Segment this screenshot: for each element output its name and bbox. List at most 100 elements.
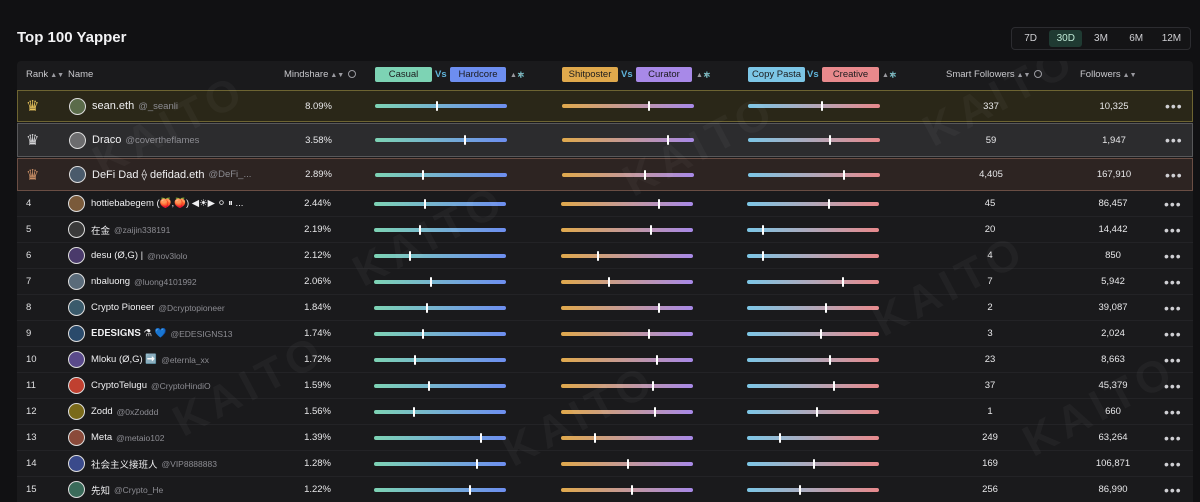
table-row[interactable]: ♛ sean.eth @_seanli 8.09% 337 10,325 ••• (17, 90, 1193, 122)
more-horizontal-icon[interactable]: ••• (1164, 269, 1182, 294)
ratio-bar (374, 250, 506, 261)
period-3m[interactable]: 3M (1084, 30, 1117, 47)
avatar (68, 351, 85, 368)
user-cell[interactable]: desu (Ø,G) | @nov3lolo (68, 243, 187, 268)
user-cell[interactable]: CryptoTelugu @CryptoHindiO (68, 373, 211, 398)
user-cell[interactable]: hottiebabegem (🍑,🍑) ◀☀▶ ⚪ ⏸ ... (68, 191, 243, 216)
ratio-bar (374, 458, 506, 469)
ratio-marker (421, 169, 424, 180)
table-row[interactable]: 12 Zodd @0xZoddd 1.56% 1 660 ••• (17, 399, 1193, 425)
followers-value: 45,379 (1098, 380, 1128, 391)
ratio-bar (375, 135, 507, 145)
table-row[interactable]: 13 Meta @metaio102 1.39% 249 63,264 ••• (17, 425, 1193, 451)
more-horizontal-icon[interactable]: ••• (1164, 217, 1182, 242)
user-cell[interactable]: sean.eth @_seanli (69, 91, 178, 121)
settings-icon[interactable]: ✲ (517, 61, 525, 89)
smart-followers-value: 4 (987, 250, 993, 261)
more-horizontal-icon[interactable]: ••• (1164, 425, 1182, 450)
ratio-marker (825, 302, 828, 313)
more-horizontal-icon[interactable]: ••• (1165, 91, 1183, 121)
ratio-marker (479, 432, 482, 443)
table-row[interactable]: ♛ Draco @covertheflames 3.58% 59 1,947 ••• (17, 123, 1193, 157)
table-row[interactable]: ♛ DeFi Dad ⟠ defidad.eth @DeFi_... 2.89% 4,4… (17, 158, 1193, 191)
user-cell[interactable]: Draco @covertheflames (69, 124, 199, 156)
ratio-bar (561, 354, 693, 365)
ratio-bar (374, 354, 506, 365)
more-horizontal-icon[interactable]: ••• (1165, 159, 1183, 190)
display-name: nbaluong (91, 276, 131, 287)
user-cell[interactable]: Zodd @0xZoddd (68, 399, 158, 424)
followers-value: 86,457 (1098, 198, 1128, 209)
user-handle: @luong4101992 (134, 276, 197, 287)
avatar (68, 325, 85, 342)
table-row[interactable]: 9 𝐄𝐃𝐄𝐒𝐈𝐆𝐍𝐒 ⚗ 💙 @EDESIGNS13 1.74% 3 2,024 ••• (17, 321, 1193, 347)
more-horizontal-icon[interactable]: ••• (1164, 243, 1182, 268)
table-row[interactable]: 7 nbaluong @luong4101992 2.06% 7 5,942 ••• (17, 269, 1193, 295)
more-horizontal-icon[interactable]: ••• (1164, 347, 1182, 372)
ratio-marker (761, 224, 764, 235)
period-6m[interactable]: 6M (1120, 30, 1153, 47)
ratio-bar (374, 432, 506, 443)
rank-column-header[interactable]: Rank ▲▼ (26, 61, 64, 89)
smart-followers-value: 2 (987, 302, 993, 313)
avatar (68, 221, 85, 238)
table-row[interactable]: 5 在金 @zaijin338191 2.19% 20 14,442 ••• (17, 217, 1193, 243)
display-name: Mloku (Ø,G) ➡️ (91, 354, 158, 365)
more-horizontal-icon[interactable]: ••• (1164, 191, 1182, 216)
period-30d[interactable]: 30D (1049, 30, 1083, 47)
more-horizontal-icon[interactable]: ••• (1164, 477, 1182, 502)
mindshare-value: 2.06% (304, 276, 331, 287)
ratio-bar (374, 406, 506, 417)
table-row[interactable]: 10 Mloku (Ø,G) ➡️ @eternla_xx 1.72% 23 8,663 •… (17, 347, 1193, 373)
rank-number: 10 (26, 354, 37, 365)
settings-icon[interactable]: ✲ (889, 61, 897, 89)
avatar (68, 455, 85, 472)
user-handle: @Dcryptopioneer (158, 302, 225, 313)
user-cell[interactable]: Meta @metaio102 (68, 425, 164, 450)
table-row[interactable]: 6 desu (Ø,G) | @nov3lolo 2.12% 4 850 ••• (17, 243, 1193, 269)
ratio-bar (747, 276, 879, 287)
display-name: 𝐄𝐃𝐄𝐒𝐈𝐆𝐍𝐒 ⚗ 💙 (91, 328, 167, 339)
user-cell[interactable]: 𝐄𝐃𝐄𝐒𝐈𝐆𝐍𝐒 ⚗ 💙 @EDESIGNS13 (68, 321, 233, 346)
user-cell[interactable]: Crypto Pioneer @Dcryptopioneer (68, 295, 225, 320)
period-12m[interactable]: 12M (1155, 30, 1188, 47)
ratio-marker (653, 406, 656, 417)
user-cell[interactable]: Mloku (Ø,G) ➡️ @eternla_xx (68, 347, 209, 372)
followers-column-header[interactable]: Followers ▲▼ (1080, 61, 1137, 89)
more-horizontal-icon[interactable]: ••• (1164, 373, 1182, 398)
user-cell[interactable]: 先知 @Crypto_He (68, 477, 163, 502)
table-row[interactable]: 14 社会主义接班人 @VIP8888883 1.28% 169 106,871 ••• (17, 451, 1193, 477)
mindshare-value: 1.59% (304, 380, 331, 391)
user-cell[interactable]: 社会主义接班人 @VIP8888883 (68, 451, 217, 476)
table-row[interactable]: 4 hottiebabegem (🍑,🍑) ◀☀▶ ⚪ ⏸ ... 2.44% 45 8… (17, 191, 1193, 217)
table-row[interactable]: 15 先知 @Crypto_He 1.22% 256 86,990 ••• (17, 477, 1193, 502)
leaderboard-table: Rank ▲▼ Name Mindshare ▲▼ Casual Vs Hardco… (17, 61, 1193, 502)
avatar (69, 131, 86, 149)
table-row[interactable]: 8 Crypto Pioneer @Dcryptopioneer 1.84% 2 39,0… (17, 295, 1193, 321)
info-icon (1034, 70, 1043, 78)
vs-label: Vs (621, 69, 633, 80)
smart-followers-value: 20 (984, 224, 996, 235)
display-name: CryptoTelugu (91, 380, 147, 391)
display-name: Crypto Pioneer (91, 302, 155, 313)
more-horizontal-icon[interactable]: ••• (1164, 295, 1182, 320)
user-cell[interactable]: nbaluong @luong4101992 (68, 269, 197, 294)
more-horizontal-icon[interactable]: ••• (1164, 399, 1182, 424)
ratio-bar (562, 135, 694, 145)
period-7d[interactable]: 7D (1014, 30, 1047, 47)
more-horizontal-icon[interactable]: ••• (1164, 321, 1182, 346)
user-cell[interactable]: DeFi Dad ⟠ defidad.eth @DeFi_... (69, 159, 251, 190)
followers-value: 8,663 (1101, 354, 1125, 365)
followers-value: 2,024 (1101, 328, 1125, 339)
ratio-marker (649, 224, 652, 235)
shitposter-pill: Shitposter (562, 67, 618, 82)
more-horizontal-icon[interactable]: ••• (1164, 451, 1182, 476)
display-name: desu (Ø,G) | (91, 250, 144, 261)
table-row[interactable]: 11 CryptoTelugu @CryptoHindiO 1.59% 37 45,379… (17, 373, 1193, 399)
smart-followers-column-header[interactable]: Smart Followers ▲▼ (946, 61, 1043, 89)
smart-followers-value: 4,405 (979, 169, 1003, 180)
mindshare-column-header[interactable]: Mindshare ▲▼ (284, 61, 357, 89)
more-horizontal-icon[interactable]: ••• (1165, 124, 1183, 156)
user-cell[interactable]: 在金 @zaijin338191 (68, 217, 170, 242)
settings-icon[interactable]: ✲ (703, 61, 711, 89)
